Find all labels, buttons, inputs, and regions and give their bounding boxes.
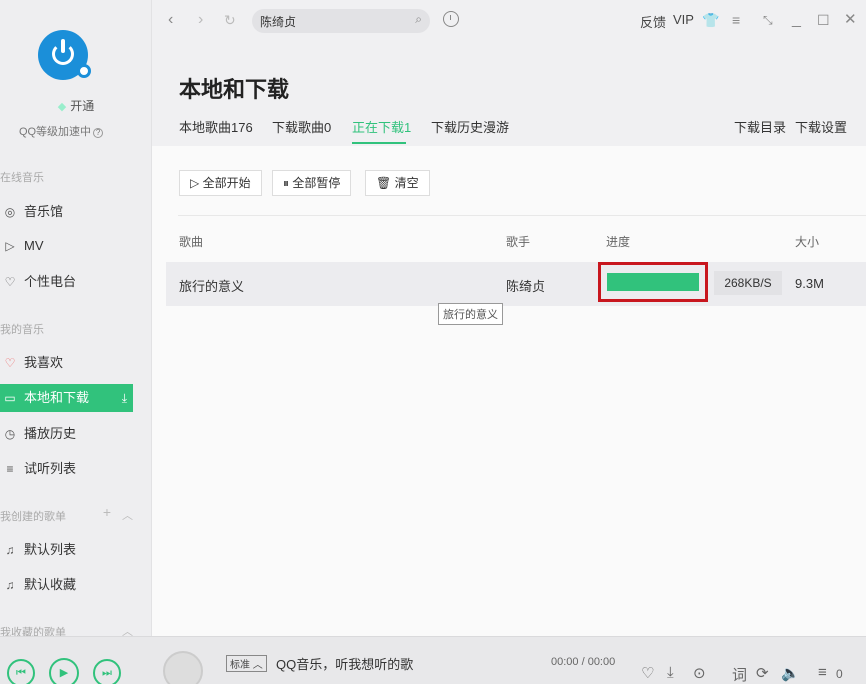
sidebar-item-mv[interactable]: ▷ MV	[0, 232, 133, 260]
artist-name[interactable]: 陈绮贞	[506, 276, 545, 295]
column-header-artist[interactable]: 歌手	[506, 233, 530, 250]
vip-link[interactable]: VIP	[673, 12, 694, 27]
section-online-music: 在线音乐	[0, 172, 44, 184]
collapse-icon[interactable]: ︿	[122, 507, 133, 523]
page-title: 本地和下载	[179, 77, 290, 102]
mv-icon: ▷	[5, 239, 15, 253]
previous-icon[interactable]: ⏮	[7, 659, 35, 684]
back-icon[interactable]: ‹	[168, 10, 173, 30]
download-icon[interactable]: ⤓	[667, 664, 674, 681]
list-icon: ≡	[6, 462, 14, 476]
trash-icon: 🗑	[376, 176, 395, 190]
help-icon: ?	[93, 128, 104, 138]
download-settings-link[interactable]: 下载设置	[795, 117, 847, 136]
start-all-button[interactable]: ▷ 全部开始	[179, 170, 262, 196]
column-header-song[interactable]: 歌曲	[179, 233, 203, 250]
play-time: 00:00 / 00:00	[551, 656, 616, 668]
loop-icon[interactable]: ⟳	[756, 664, 769, 682]
pause-all-button[interactable]: ⏸ 全部暂停	[272, 170, 352, 196]
play-icon: ▷	[190, 176, 203, 190]
lyrics-icon[interactable]: 词	[732, 664, 747, 684]
quality-selector[interactable]: 标准 ︿	[226, 655, 267, 672]
file-size: 9.3M	[795, 276, 824, 291]
computer-icon: ▭	[4, 391, 16, 405]
sidebar-item-trial-list[interactable]: ≡ 试听列表	[0, 455, 133, 483]
song-name: 旅行的意义	[179, 279, 245, 294]
sidebar-item-default-list[interactable]: ♫ 默认列表	[0, 536, 133, 564]
now-playing-title: QQ音乐，听我想听的歌	[276, 657, 414, 672]
minimize-icon[interactable]: _	[792, 10, 801, 30]
column-header-progress[interactable]: 进度	[606, 233, 630, 250]
tab-local-songs[interactable]: 本地歌曲176	[179, 117, 253, 136]
player-bar: ⏮ ▶ ⏭ 标准 ︿ QQ音乐，听我想听的歌 00:00 / 00:00 ♡ ⤓…	[0, 636, 866, 684]
like-icon[interactable]: ♡	[641, 664, 654, 682]
tab-download-history[interactable]: 下载历史漫游	[431, 117, 509, 136]
progress-bar	[607, 273, 699, 291]
playlist-icon[interactable]: ≡	[818, 664, 827, 681]
section-created-playlists: 我创建的歌单	[0, 511, 66, 523]
forward-icon[interactable]: ›	[198, 10, 203, 30]
qq-level-status[interactable]: QQ等级加速中?	[0, 123, 122, 139]
column-header-size[interactable]: 大小	[795, 233, 819, 250]
feedback-link[interactable]: 反馈	[640, 12, 666, 31]
play-icon[interactable]: ▶	[49, 658, 79, 684]
download-content: ▷ 全部开始 ⏸ 全部暂停 🗑 清空 歌曲 歌手 进度 大小 旅行的意义 陈绮贞…	[152, 146, 866, 636]
radio-icon: ♡	[4, 275, 16, 289]
page-header: 本地和下载 本地歌曲176 下载歌曲0 正在下载1 下载历史漫游 下载目录 下载…	[152, 42, 866, 146]
download-icon: ⤓	[121, 391, 127, 405]
divider	[178, 215, 866, 216]
sidebar: ◆ 开通 QQ等级加速中? 在线音乐 ◎ 音乐馆 ▷ MV ♡ 个性电台 我的音乐 ♡ 我…	[0, 0, 152, 639]
note-icon: ♫	[5, 578, 15, 592]
playlist-count[interactable]: 0	[836, 667, 843, 681]
close-icon[interactable]: ✕	[844, 10, 857, 30]
download-directory-link[interactable]: 下载目录	[734, 117, 786, 136]
music-hall-icon: ◎	[4, 205, 16, 219]
active-tab-underline	[352, 142, 406, 144]
add-playlist-icon[interactable]: +	[103, 504, 111, 520]
album-cover[interactable]	[163, 651, 203, 684]
heart-icon: ♡	[4, 356, 16, 370]
tab-downloading[interactable]: 正在下载1	[352, 117, 411, 136]
comment-icon[interactable]: ⊙	[693, 664, 706, 682]
sidebar-item-local-download[interactable]: ▭ 本地和下载 ⤓	[0, 384, 133, 412]
top-bar: ‹ › ↻ 陈绮贞 ⌕ 反馈 VIP 👕 ≡ ⤡ _ ☐ ✕	[152, 0, 866, 42]
sidebar-item-music-hall[interactable]: ◎ 音乐馆	[0, 198, 133, 226]
skin-icon[interactable]: 👕	[702, 10, 719, 30]
sidebar-item-default-collection[interactable]: ♫ 默认收藏	[0, 571, 133, 599]
clear-button[interactable]: 🗑 清空	[365, 170, 430, 196]
app-logo	[38, 30, 91, 80]
section-my-music: 我的音乐	[0, 324, 44, 336]
pause-icon: ⏸	[283, 176, 293, 190]
note-icon: ♫	[5, 543, 15, 557]
refresh-icon[interactable]: ↻	[224, 10, 236, 30]
diamond-icon: ◆	[57, 101, 67, 113]
sidebar-item-radio[interactable]: ♡ 个性电台	[0, 268, 133, 296]
listen-recognize-icon[interactable]	[443, 11, 459, 27]
maximize-icon[interactable]: ☐	[817, 10, 830, 30]
clock-icon: ◷	[4, 427, 16, 441]
sidebar-item-history[interactable]: ◷ 播放历史	[0, 420, 133, 448]
menu-icon[interactable]: ≡	[732, 10, 740, 30]
vip-open-link[interactable]: ◆ 开通	[0, 97, 152, 114]
download-speed: 268KB/S	[714, 271, 782, 295]
search-input[interactable]: 陈绮贞 ⌕	[252, 9, 430, 33]
tab-downloaded-songs[interactable]: 下载歌曲0	[272, 117, 331, 136]
next-icon[interactable]: ⏭	[93, 659, 121, 684]
sidebar-item-favorites[interactable]: ♡ 我喜欢	[0, 349, 133, 377]
search-icon[interactable]: ⌕	[415, 12, 422, 27]
progress-highlight	[598, 262, 708, 302]
mini-mode-icon[interactable]: ⤡	[763, 10, 773, 30]
tooltip: 旅行的意义	[438, 303, 503, 325]
volume-icon[interactable]: 🔈	[781, 664, 800, 682]
